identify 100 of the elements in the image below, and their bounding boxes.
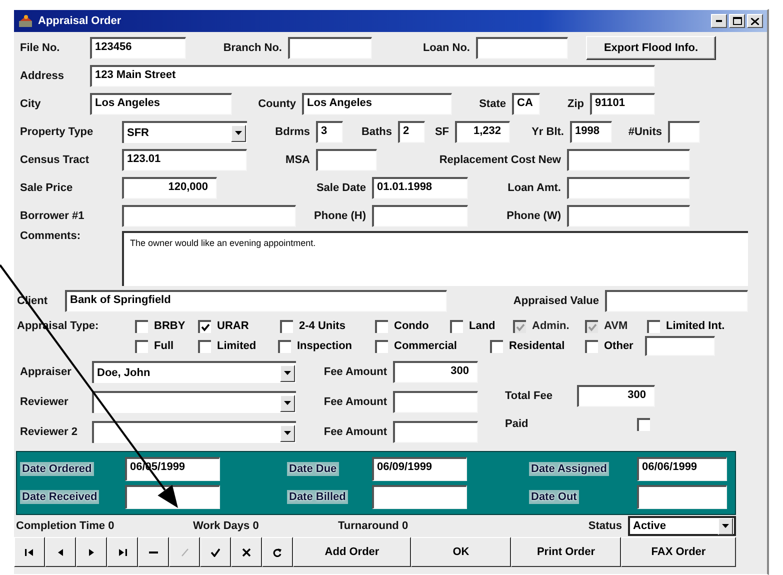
checkbox-label: AVM xyxy=(604,320,628,332)
navigator-button[interactable] xyxy=(107,537,138,567)
checkbox-label: BRBY xyxy=(154,320,186,332)
field-label: File No. xyxy=(20,42,61,54)
field-label: Property Type xyxy=(20,126,94,138)
text-field[interactable] xyxy=(567,205,690,227)
text-field[interactable]: Bank of Springfield xyxy=(65,290,447,312)
action-button[interactable]: FAX Order xyxy=(621,537,736,567)
text-field[interactable] xyxy=(668,121,700,143)
checkbox-label: Commercial xyxy=(394,340,457,352)
maximize-icon xyxy=(732,17,742,25)
action-button[interactable]: Print Order xyxy=(511,537,621,567)
field-label: Paid xyxy=(505,418,530,430)
text-field[interactable] xyxy=(476,37,568,59)
comments-field[interactable]: The owner would like an evening appointment. xyxy=(122,231,748,286)
stat-label: Work Days 0 xyxy=(193,520,260,532)
checkbox[interactable] xyxy=(490,340,503,352)
refresh-icon xyxy=(273,548,282,556)
checkbox[interactable] xyxy=(280,320,293,332)
text-field[interactable]: Los Angeles xyxy=(302,93,452,115)
text-field[interactable]: 3 xyxy=(316,121,343,143)
field-label: SF xyxy=(434,126,450,138)
text-field[interactable] xyxy=(122,205,296,227)
text-field[interactable]: 01.01.1998 xyxy=(372,177,468,199)
checkbox[interactable] xyxy=(375,340,388,352)
text-field[interactable]: 1,232 xyxy=(455,121,510,143)
text-field[interactable]: 120,000 xyxy=(122,177,217,199)
close-button[interactable] xyxy=(747,14,763,28)
checkbox-label: Other xyxy=(604,340,634,352)
text-field[interactable]: 2 xyxy=(398,121,425,143)
field-label: Phone (W) xyxy=(506,210,562,222)
navigator-button[interactable] xyxy=(200,537,231,567)
field-label: Census Tract xyxy=(20,154,90,166)
stat-label: Completion Time 0 xyxy=(16,520,116,532)
navigator-button[interactable] xyxy=(138,537,169,567)
checkbox[interactable] xyxy=(198,320,211,332)
text-field[interactable]: CA xyxy=(512,93,540,115)
export-button[interactable]: Export Flood Info. xyxy=(586,36,716,60)
field-label: Reviewer xyxy=(20,396,70,408)
action-button[interactable]: Add Order xyxy=(293,537,411,567)
text-field[interactable] xyxy=(645,336,715,356)
navigator-button[interactable] xyxy=(45,537,76,567)
field-label: Date Ordered xyxy=(20,462,94,476)
dropdown[interactable]: Active xyxy=(628,516,736,536)
house-icon xyxy=(18,14,34,28)
skip-back-icon xyxy=(25,548,34,556)
text-field[interactable]: 91101 xyxy=(590,93,655,115)
checkbox[interactable] xyxy=(198,340,211,352)
field-label: Fee Amount xyxy=(322,426,388,438)
text-field[interactable] xyxy=(372,205,468,227)
text-field[interactable] xyxy=(125,485,220,509)
field-label: Replacement Cost New xyxy=(438,154,562,166)
checkbox[interactable] xyxy=(585,340,598,352)
checkbox[interactable] xyxy=(135,340,148,352)
text-field[interactable] xyxy=(567,149,690,171)
dropdown[interactable] xyxy=(92,421,296,443)
text-field[interactable] xyxy=(605,290,748,312)
text-field[interactable]: 300 xyxy=(393,361,478,383)
field-label: Appraiser xyxy=(20,366,72,378)
text-field[interactable]: 06/09/1999 xyxy=(372,457,467,481)
text-field[interactable] xyxy=(393,391,478,413)
field-label: Address xyxy=(20,70,66,82)
text-field[interactable] xyxy=(637,485,727,509)
checkbox-label: Inspection xyxy=(297,340,352,352)
dropdown[interactable] xyxy=(92,391,296,413)
field-label: Appraised Value xyxy=(512,295,600,307)
navigator-button[interactable] xyxy=(262,537,293,567)
text-field[interactable] xyxy=(288,37,372,59)
text-field[interactable]: 123.01 xyxy=(122,149,247,171)
text-field[interactable]: 123456 xyxy=(90,37,186,59)
minimize-button[interactable] xyxy=(711,14,727,28)
action-button[interactable]: OK xyxy=(411,537,511,567)
text-field[interactable] xyxy=(567,177,690,199)
checkbox[interactable] xyxy=(278,340,291,352)
text-field[interactable]: 300 xyxy=(577,385,655,407)
checkbox[interactable] xyxy=(375,320,388,332)
checkbox[interactable] xyxy=(647,320,660,332)
navigator-button[interactable] xyxy=(76,537,107,567)
field-label: Yr Blt. xyxy=(530,126,565,138)
text-field[interactable]: Los Angeles xyxy=(90,93,232,115)
checkbox[interactable] xyxy=(450,320,463,332)
dropdown[interactable]: Doe, John xyxy=(92,361,296,383)
field-label: Sale Date xyxy=(315,182,367,194)
text-field[interactable]: 123 Main Street xyxy=(90,65,655,87)
field-label: Comments: xyxy=(20,230,82,242)
field-label: #Units xyxy=(627,126,663,138)
text-field[interactable] xyxy=(393,421,478,443)
text-field[interactable]: 1998 xyxy=(570,121,612,143)
navigator-button[interactable] xyxy=(14,537,45,567)
field-label: Date Due xyxy=(287,462,339,476)
field-label: Borrower #1 xyxy=(20,210,86,222)
checkbox[interactable] xyxy=(135,320,148,332)
dropdown[interactable]: SFR xyxy=(122,121,247,143)
text-field[interactable] xyxy=(372,485,467,509)
navigator-button[interactable] xyxy=(231,537,262,567)
left-triangle-icon xyxy=(56,548,65,556)
checkbox[interactable] xyxy=(637,418,650,430)
maximize-button[interactable] xyxy=(729,14,745,28)
text-field[interactable] xyxy=(316,149,377,171)
text-field[interactable]: 06/06/1999 xyxy=(637,457,727,481)
